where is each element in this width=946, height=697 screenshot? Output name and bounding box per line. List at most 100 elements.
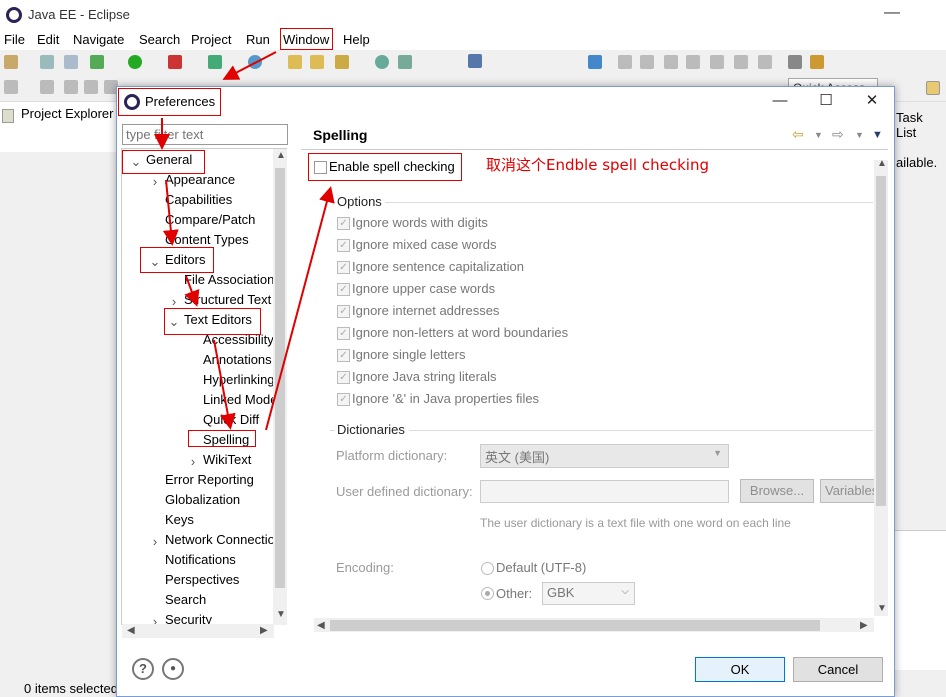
tree-vertical-scroll-thumb[interactable] [275, 168, 285, 588]
back-nav-dropdown-icon[interactable]: ▼ [814, 130, 823, 140]
page-scroll-left-icon[interactable]: ◀ [317, 620, 325, 631]
dialog-minimize-button[interactable]: — [768, 90, 792, 112]
encoding-default-label[interactable]: Default (UTF-8) [496, 560, 586, 575]
dialog-close-button[interactable]: ✕ [860, 90, 884, 112]
option-checkbox[interactable]: ✓ [337, 371, 350, 384]
step-into-icon[interactable] [710, 55, 724, 69]
tree-item[interactable]: WikiText [203, 451, 251, 469]
encoding-other-combo[interactable]: GBK ⌵ [542, 582, 635, 605]
option-label[interactable]: Ignore mixed case words [352, 237, 497, 252]
prev-annotation-icon[interactable] [64, 80, 78, 94]
option-label[interactable]: Ignore non-letters at word boundaries [352, 325, 568, 340]
resume-icon[interactable] [618, 55, 632, 69]
option-checkbox[interactable]: ✓ [337, 305, 350, 318]
option-checkbox[interactable]: ✓ [337, 217, 350, 230]
option-label[interactable]: Ignore internet addresses [352, 303, 499, 318]
menu-run[interactable]: Run [246, 32, 270, 47]
tree-item[interactable]: Security [165, 611, 212, 624]
suspend-icon[interactable] [640, 55, 654, 69]
tree-collapsed-icon[interactable]: › [168, 294, 180, 309]
tree-item[interactable]: Linked Mode [203, 391, 277, 409]
import-export-icon[interactable]: ● [162, 658, 184, 680]
browse-button[interactable]: Browse... [740, 479, 814, 503]
tree-item[interactable]: Keys [165, 511, 194, 529]
save-all-icon[interactable] [64, 55, 78, 69]
run-icon[interactable] [128, 55, 142, 69]
option-label[interactable]: Ignore '&' in Java properties files [352, 391, 539, 406]
scroll-right-icon[interactable]: ▶ [260, 625, 268, 636]
last-edit-icon[interactable] [84, 80, 98, 94]
encoding-default-radio[interactable] [481, 562, 494, 575]
debug-icon[interactable] [90, 55, 104, 69]
next-annotation-icon[interactable] [40, 80, 54, 94]
page-scroll-down-icon[interactable]: ▼ [877, 603, 887, 614]
option-checkbox[interactable]: ✓ [337, 239, 350, 252]
web-icon[interactable] [398, 55, 412, 69]
user-dictionary-input[interactable] [480, 480, 729, 503]
filter-input[interactable] [122, 124, 288, 145]
dialog-maximize-button[interactable]: ☐ [814, 90, 838, 112]
help-icon[interactable]: ? [132, 658, 154, 680]
tree-item[interactable]: Hyperlinking [203, 371, 275, 389]
disconnect-icon[interactable] [686, 55, 700, 69]
task-list-tab[interactable]: Task List [896, 110, 946, 140]
open-folder-icon[interactable] [310, 55, 324, 69]
run-ext-icon[interactable] [168, 55, 182, 69]
tree-item[interactable]: Error Reporting [165, 471, 254, 489]
option-checkbox[interactable]: ✓ [337, 327, 350, 340]
page-scroll-up-icon[interactable]: ▲ [877, 158, 887, 169]
tree-item[interactable]: Quick Diff [203, 411, 259, 429]
new-icon[interactable] [4, 55, 18, 69]
menu-navigate[interactable]: Navigate [73, 32, 124, 47]
option-checkbox[interactable]: ✓ [337, 261, 350, 274]
project-explorer-tab[interactable]: Project Explorer [21, 106, 113, 121]
tree-horizontal-scrollbar[interactable] [122, 624, 274, 638]
step-over-icon[interactable] [734, 55, 748, 69]
tree-collapsed-icon[interactable]: › [149, 174, 161, 189]
tree-item[interactable]: Search [165, 591, 206, 609]
new-java-icon[interactable] [248, 55, 262, 69]
variables-button[interactable]: Variables... [820, 479, 880, 503]
tree-collapsed-icon[interactable]: › [187, 454, 199, 469]
scroll-down-icon[interactable]: ▼ [276, 609, 286, 620]
platform-dictionary-select[interactable]: 英文 (美国) ▼ [480, 444, 729, 468]
window-minimize-button[interactable]: — [882, 4, 902, 22]
option-checkbox[interactable]: ✓ [337, 283, 350, 296]
tree-collapsed-icon[interactable]: › [149, 534, 161, 549]
terminate-icon[interactable] [664, 55, 678, 69]
console-icon[interactable] [468, 54, 482, 68]
outline-icon[interactable] [788, 55, 802, 69]
encoding-other-radio[interactable] [481, 587, 494, 600]
page-vertical-scroll-thumb[interactable] [876, 176, 886, 506]
tree-item[interactable]: File Associations [184, 271, 281, 289]
new-server-icon[interactable] [208, 55, 222, 69]
menu-edit[interactable]: Edit [37, 32, 59, 47]
option-checkbox[interactable]: ✓ [337, 349, 350, 362]
scroll-left-icon[interactable]: ◀ [127, 625, 135, 636]
pin-icon[interactable] [588, 55, 602, 69]
page-scroll-right-icon[interactable]: ▶ [860, 620, 868, 631]
back-nav-icon[interactable]: ⇦ [792, 126, 804, 143]
tree-item[interactable]: Annotations [203, 351, 272, 369]
open-type-icon[interactable] [288, 55, 302, 69]
step-return-icon[interactable] [758, 55, 772, 69]
globe-icon[interactable] [375, 55, 389, 69]
tree-item[interactable]: Capabilities [165, 191, 232, 209]
ok-button[interactable]: OK [695, 657, 785, 682]
option-label[interactable]: Ignore sentence capitalization [352, 259, 524, 274]
search-tool-icon[interactable] [335, 55, 349, 69]
tree-item[interactable]: Compare/Patch [165, 211, 255, 229]
menu-search[interactable]: Search [139, 32, 180, 47]
menu-project[interactable]: Project [191, 32, 231, 47]
tree-item[interactable]: Perspectives [165, 571, 239, 589]
cancel-button[interactable]: Cancel [793, 657, 883, 682]
option-label[interactable]: Ignore single letters [352, 347, 465, 362]
forward-nav-dropdown-icon[interactable]: ▼ [855, 130, 864, 140]
view-menu-icon[interactable]: ▼ [872, 129, 883, 141]
option-label[interactable]: Ignore upper case words [352, 281, 495, 296]
encoding-other-label[interactable]: Other: [496, 586, 532, 601]
tree-item[interactable]: Structured Text [184, 291, 271, 309]
scroll-up-icon[interactable]: ▲ [276, 150, 286, 161]
build-icon[interactable] [810, 55, 824, 69]
tree-item[interactable]: Network Connections [165, 531, 286, 549]
